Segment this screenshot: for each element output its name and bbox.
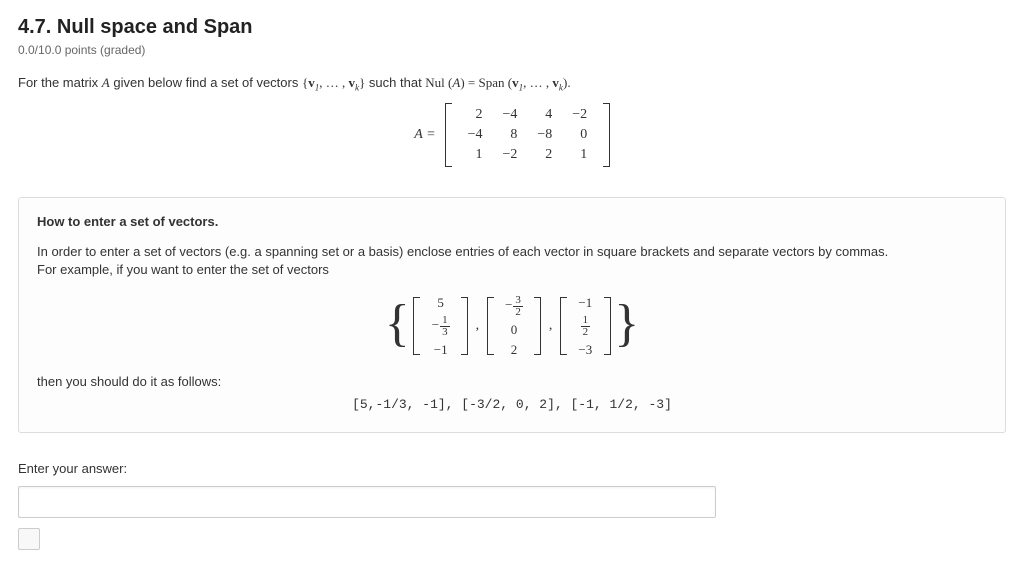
example-code: [5,-1/3, -1], [-3/2, 0, 2], [-1, 1/2, -3…	[37, 397, 987, 412]
prompt-prefix: For the matrix	[18, 75, 102, 90]
instructions-then: then you should do it as follows:	[37, 373, 987, 391]
matrix-display: A = 2−44−2 −48−80 1−221	[18, 103, 1006, 167]
instructions-box: How to enter a set of vectors. In order …	[18, 197, 1006, 434]
question-prompt: For the matrix A given below find a set …	[18, 75, 1006, 93]
points-line: 0.0/10.0 points (graded)	[18, 43, 1006, 57]
answer-input[interactable]	[18, 486, 716, 518]
submit-button[interactable]	[18, 528, 40, 550]
instructions-line2: For example, if you want to enter the se…	[37, 261, 987, 279]
prompt-suffix: such that	[365, 75, 425, 90]
instructions-line1: In order to enter a set of vectors (e.g.…	[37, 243, 987, 261]
prompt-mid: given below find a set of vectors	[110, 75, 302, 90]
example-vectors: { 5 −13 −1 , −32 0 2 , −1 12	[37, 293, 987, 359]
answer-label: Enter your answer:	[18, 461, 1006, 476]
instructions-title: How to enter a set of vectors.	[37, 214, 987, 229]
question-title: 4.7. Null space and Span	[18, 16, 1006, 39]
